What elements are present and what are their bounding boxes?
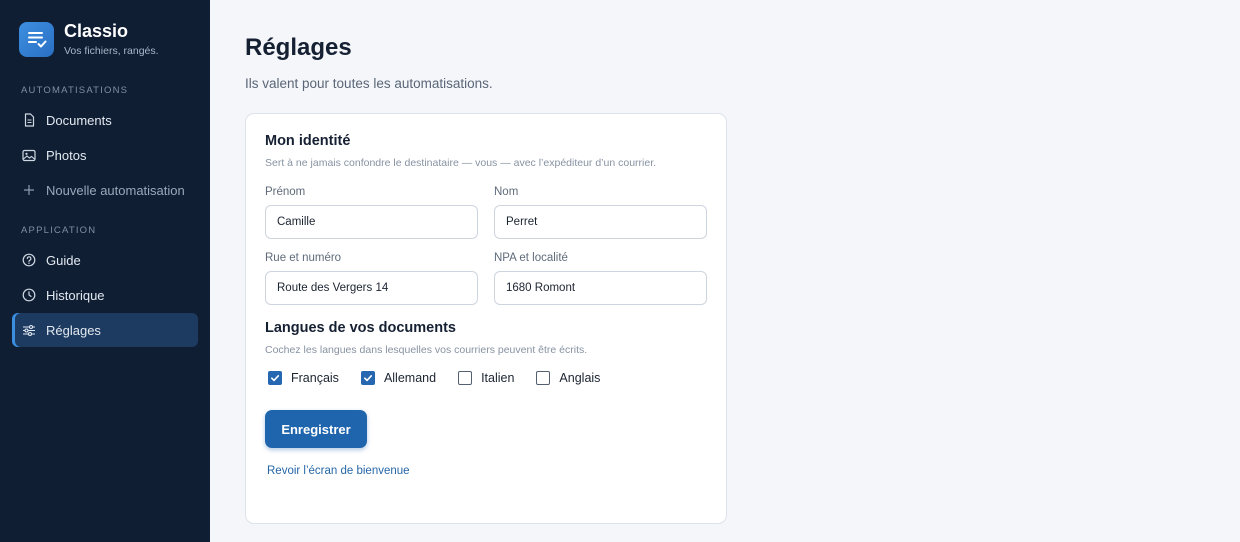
checkbox-label: Italien bbox=[481, 371, 515, 385]
settings-card: Mon identité Sert à ne jamais confondre … bbox=[245, 113, 727, 524]
help-circle-icon bbox=[22, 253, 36, 267]
first-name-input[interactable] bbox=[265, 205, 478, 239]
document-icon bbox=[22, 113, 36, 127]
last-name-input[interactable] bbox=[494, 205, 707, 239]
checkbox-italien[interactable]: Italien bbox=[458, 371, 514, 385]
sidebar-item-guide[interactable]: Guide bbox=[12, 243, 198, 277]
city-label: NPA et localité bbox=[494, 252, 568, 264]
checkbox-checked-icon[interactable] bbox=[360, 371, 375, 385]
city-input[interactable] bbox=[494, 271, 707, 305]
sidebar-item-settings[interactable]: Réglages bbox=[12, 313, 198, 347]
sidebar-item-label: Réglages bbox=[46, 322, 101, 338]
identity-row-names: Prénom Nom bbox=[265, 186, 707, 239]
sidebar-item-label: Nouvelle automatisation bbox=[46, 182, 185, 198]
app-name: Classio bbox=[64, 21, 129, 41]
brand: Classio Vos fichiers, rangés. bbox=[19, 21, 198, 57]
checkbox-label: Allemand bbox=[383, 371, 437, 385]
app-logo-icon bbox=[19, 21, 54, 57]
last-name-field-group: Nom bbox=[494, 186, 707, 239]
sidebar-item-label: Guide bbox=[46, 252, 81, 268]
first-name-label: Prénom bbox=[265, 186, 306, 198]
checkbox-label: Français bbox=[291, 371, 339, 385]
sidebar-item-label: Historique bbox=[46, 287, 105, 303]
street-input[interactable] bbox=[265, 271, 478, 305]
main-content: Réglages Ils valent pour toutes les auto… bbox=[210, 0, 1240, 542]
sidebar-item-new-automation[interactable]: Nouvelle automatisation bbox=[12, 173, 198, 207]
sidebar-item-documents[interactable]: Documents bbox=[12, 103, 198, 137]
sidebar-item-label: Documents bbox=[46, 112, 112, 128]
section-label-application: APPLICATION bbox=[21, 225, 97, 236]
checkbox-anglais[interactable]: Anglais bbox=[536, 371, 600, 385]
sidebar-item-history[interactable]: Historique bbox=[12, 278, 198, 312]
street-label: Rue et numéro bbox=[265, 252, 342, 264]
section-label-automations: AUTOMATISATIONS bbox=[21, 85, 129, 96]
checkbox-allemand[interactable]: Allemand bbox=[360, 371, 437, 385]
city-field-group: NPA et localité bbox=[494, 252, 707, 305]
clock-icon bbox=[22, 288, 36, 302]
checkbox-label: Anglais bbox=[559, 371, 601, 385]
save-button[interactable]: Enregistrer bbox=[265, 410, 367, 448]
checkbox-checked-icon[interactable] bbox=[268, 371, 282, 385]
page-subtitle: Ils valent pour toutes les automatisatio… bbox=[245, 76, 493, 91]
checkbox-francais[interactable]: Français bbox=[268, 371, 339, 385]
sidebar-item-label: Photos bbox=[46, 147, 87, 163]
app-tagline: Vos fichiers, rangés. bbox=[64, 45, 159, 57]
language-checkboxes: Français Allemand Italien Anglais bbox=[268, 371, 707, 385]
identity-heading: Mon identité bbox=[265, 133, 351, 149]
street-field-group: Rue et numéro bbox=[265, 252, 478, 305]
first-name-field-group: Prénom bbox=[265, 186, 478, 239]
languages-description: Cochez les langues dans lesquelles vos c… bbox=[265, 344, 588, 356]
checkbox-unchecked-icon[interactable] bbox=[458, 371, 473, 385]
sidebar-item-photos[interactable]: Photos bbox=[12, 138, 198, 172]
identity-row-address: Rue et numéro NPA et localité bbox=[265, 252, 707, 305]
sliders-icon bbox=[22, 323, 36, 337]
languages-heading: Langues de vos documents bbox=[265, 320, 456, 336]
last-name-label: Nom bbox=[494, 186, 519, 198]
welcome-screen-link[interactable]: Revoir l’écran de bienvenue bbox=[267, 465, 410, 477]
identity-description: Sert à ne jamais confondre le destinatai… bbox=[265, 157, 657, 169]
sidebar: Classio Vos fichiers, rangés. AUTOMATISA… bbox=[0, 0, 210, 542]
plus-icon bbox=[22, 183, 36, 197]
checkbox-unchecked-icon[interactable] bbox=[536, 371, 551, 385]
page-title: Réglages bbox=[245, 34, 352, 61]
image-icon bbox=[22, 148, 36, 162]
